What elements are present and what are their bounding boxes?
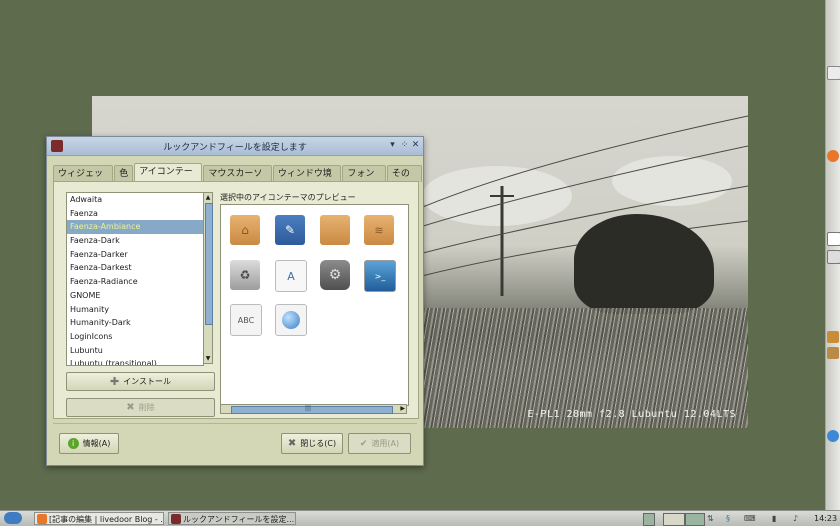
taskbar-item-label: ルックアンドフィールを設定... <box>183 515 295 524</box>
info-icon: i <box>67 438 79 449</box>
taskbar-item-blog[interactable]: [記事の編集 | livedoor Blog - ... <box>34 512 164 525</box>
install-button[interactable]: ✚ インストール <box>66 372 215 391</box>
refresh-icon[interactable] <box>827 430 839 442</box>
tab-other[interactable]: その他 <box>386 165 422 195</box>
list-item[interactable]: Faenza-Darkest <box>67 261 203 275</box>
install-button-label: インストール <box>123 377 172 386</box>
tab-color[interactable]: 色 <box>114 165 134 182</box>
theme-list[interactable]: Adwaita Faenza Faenza-Ambiance Faenza-Da… <box>66 192 204 366</box>
list-item[interactable]: Humanity <box>67 303 203 317</box>
start-menu-icon[interactable] <box>4 512 22 524</box>
document-icon[interactable] <box>827 232 840 246</box>
list-item[interactable]: LoginIcons <box>67 330 203 344</box>
right-panel <box>825 0 840 510</box>
tab-bar: ウィジェット 色 アイコンテーマ マウスカーソル ウィンドウ境界 フォント その… <box>53 163 423 195</box>
scrollbar-thumb[interactable] <box>231 406 393 414</box>
dialog-title: ルックアンドフィールを設定します <box>163 143 307 153</box>
list-item[interactable]: Faenza-Radiance <box>67 275 203 289</box>
keyboard-icon[interactable]: ⌨ <box>744 513 756 524</box>
volume-icon[interactable]: ♪ <box>793 513 803 524</box>
delete-button[interactable]: ✖ 削除 <box>66 398 215 417</box>
plus-icon: ✚ <box>109 375 120 388</box>
appearance-dialog: ルックアンドフィールを設定します ▾ ⁘ ✕ ウィジェット 色 アイコンテーマ … <box>46 136 424 466</box>
taskbar-item-appearance[interactable]: ルックアンドフィールを設定... <box>168 512 296 525</box>
tab-widget[interactable]: ウィジェット <box>53 165 114 195</box>
taskbar: [記事の編集 | livedoor Blog - ... ルックアンドフィールを… <box>0 510 840 526</box>
list-item[interactable]: Faenza-Dark <box>67 234 203 248</box>
divider <box>53 423 417 424</box>
calculator-icon[interactable] <box>827 250 840 264</box>
image-viewer-icon[interactable] <box>827 347 839 359</box>
list-item[interactable]: GNOME <box>67 289 203 303</box>
icon-preview-area: ⌂ ✎ ≋ ♻ A ⚙ >_ ABC <box>220 204 409 406</box>
globe-icon <box>275 304 307 336</box>
dialog-titlebar[interactable]: ルックアンドフィールを設定します ▾ ⁘ ✕ <box>47 137 423 156</box>
delete-icon: ✖ <box>126 402 135 413</box>
apply-button-label: 適用(A) <box>371 439 400 448</box>
text-file-icon: ABC <box>230 304 262 336</box>
signal-icon[interactable]: ▮ <box>772 513 782 524</box>
scrollbar-thumb[interactable] <box>205 203 213 325</box>
list-item[interactable]: Lubuntu (transitional) <box>67 357 203 365</box>
desktop-icon: ✎ <box>275 215 305 245</box>
firefox-icon <box>37 514 47 524</box>
network-icon[interactable]: ⇅ <box>707 513 717 524</box>
maximize-icon[interactable]: ⁘ <box>399 140 410 151</box>
paint-icon[interactable] <box>827 331 839 343</box>
about-button-label: 情報(A) <box>82 439 111 448</box>
close-x-icon: ✖ <box>287 438 297 449</box>
minimize-icon[interactable]: ▾ <box>387 140 398 151</box>
window-icon[interactable] <box>827 66 840 80</box>
tab-font[interactable]: フォント <box>342 165 386 195</box>
home-folder-icon: ⌂ <box>230 215 260 245</box>
close-icon[interactable]: ✕ <box>410 140 421 151</box>
delete-button-label: 削除 <box>138 403 155 412</box>
preview-hscrollbar[interactable]: ||| ▶ <box>220 404 407 414</box>
workspace-1-icon[interactable] <box>643 513 655 526</box>
apply-button[interactable]: ✔ 適用(A) <box>348 433 411 454</box>
tab-window-border[interactable]: ウィンドウ境界 <box>272 165 342 195</box>
list-item[interactable]: Adwaita <box>67 193 203 207</box>
list-item[interactable]: Faenza-Darker <box>67 248 203 262</box>
list-item[interactable]: Humanity-Dark <box>67 316 203 330</box>
workspace-2-icon[interactable] <box>663 513 685 526</box>
about-button[interactable]: i 情報(A) <box>59 433 119 454</box>
taskbar-item-label: [記事の編集 | livedoor Blog - ... <box>49 515 164 524</box>
close-button-label: 閉じる(C) <box>300 439 337 448</box>
photo-caption: E-PL1 28mm f2.8 Lubuntu 12.04LTS <box>527 409 736 420</box>
document-icon: A <box>275 260 307 292</box>
firefox-icon[interactable] <box>827 150 839 162</box>
tab-mouse-cursor[interactable]: マウスカーソル <box>203 165 272 195</box>
scroll-down-icon[interactable]: ▼ <box>204 354 212 363</box>
close-button[interactable]: ✖ 閉じる(C) <box>281 433 343 454</box>
terminal-icon: >_ <box>364 260 396 292</box>
theme-list-scrollbar[interactable]: ▲ ▼ <box>203 192 213 364</box>
list-item[interactable]: Faenza <box>67 207 203 221</box>
list-item-selected[interactable]: Faenza-Ambiance <box>67 220 203 235</box>
clock[interactable]: 14:23 <box>814 513 838 524</box>
scroll-right-icon[interactable]: ▶ <box>400 405 405 413</box>
folder-icon <box>320 215 350 245</box>
scroll-up-icon[interactable]: ▲ <box>204 193 212 202</box>
network-folder-icon: ≋ <box>364 215 394 245</box>
scrollbar-grip-icon: ||| <box>305 405 312 412</box>
update-icon[interactable]: § <box>726 513 736 524</box>
workspace-3-icon[interactable] <box>685 513 705 526</box>
check-icon: ✔ <box>359 438 368 449</box>
settings-icon: ⚙ <box>320 260 350 290</box>
list-item[interactable]: Lubuntu <box>67 344 203 358</box>
tab-icon-theme[interactable]: アイコンテーマ <box>134 163 203 193</box>
icon-theme-panel: Adwaita Faenza Faenza-Ambiance Faenza-Da… <box>53 181 419 419</box>
preview-label: 選択中のアイコンテーマのプレビュー <box>220 193 356 202</box>
trash-icon: ♻ <box>230 260 260 290</box>
app-icon <box>171 514 181 524</box>
